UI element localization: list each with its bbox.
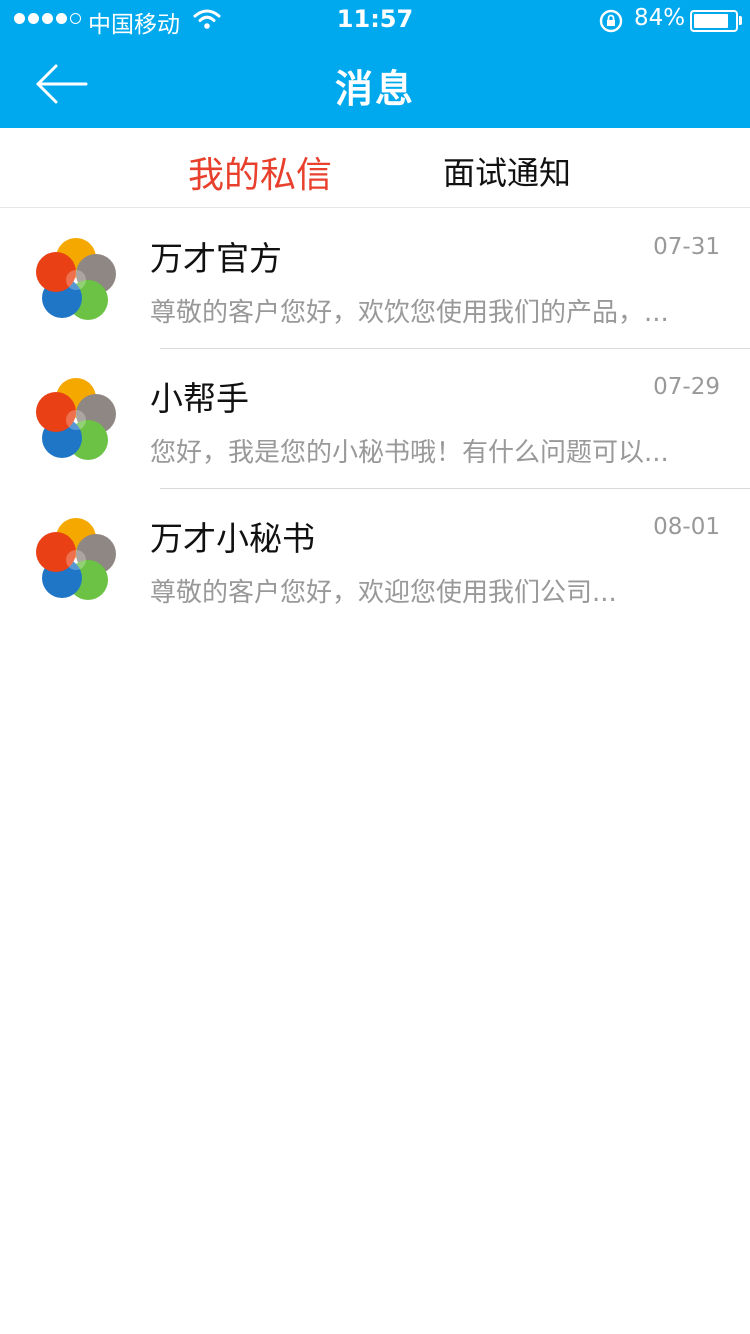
sender-name: 万才小秘书 [150,519,315,558]
message-preview: 尊敬的客户您好，欢饮您使用我们的产品，... [150,298,669,328]
message-date: 07-31 [653,234,720,260]
battery-percentage: 84% [634,5,686,31]
message-item[interactable]: 万才官方 07-31 尊敬的客户您好，欢饮您使用我们的产品，... [0,208,750,348]
header-bar: 中国移动 11:57 84% 消息 [0,0,750,128]
tab-bar: 我的私信 面试通知 [0,128,750,208]
tab-private-messages[interactable]: 我的私信 [188,146,332,198]
app-logo-icon [36,378,116,460]
message-list: 万才官方 07-31 尊敬的客户您好，欢饮您使用我们的产品，... 小帮手 07… [0,208,750,628]
tab-interview-notices[interactable]: 面试通知 [443,148,571,194]
app-logo-icon [36,238,116,320]
rotation-lock-icon [599,9,623,33]
message-preview: 尊敬的客户您好，欢迎您使用我们公司... [150,578,617,608]
battery-icon [690,10,738,32]
message-date: 08-01 [653,514,720,540]
status-bar: 中国移动 11:57 84% [0,0,750,40]
message-date: 07-29 [653,374,720,400]
battery-tip [739,16,742,25]
sender-name: 小帮手 [150,379,249,418]
app-logo-icon [36,518,116,600]
message-item[interactable]: 万才小秘书 08-01 尊敬的客户您好，欢迎您使用我们公司... [0,488,750,628]
sender-name: 万才官方 [150,239,282,278]
message-preview: 您好，我是您的小秘书哦！有什么问题可以... [150,438,669,468]
message-item[interactable]: 小帮手 07-29 您好，我是您的小秘书哦！有什么问题可以... [0,348,750,488]
page-title: 消息 [334,67,415,111]
